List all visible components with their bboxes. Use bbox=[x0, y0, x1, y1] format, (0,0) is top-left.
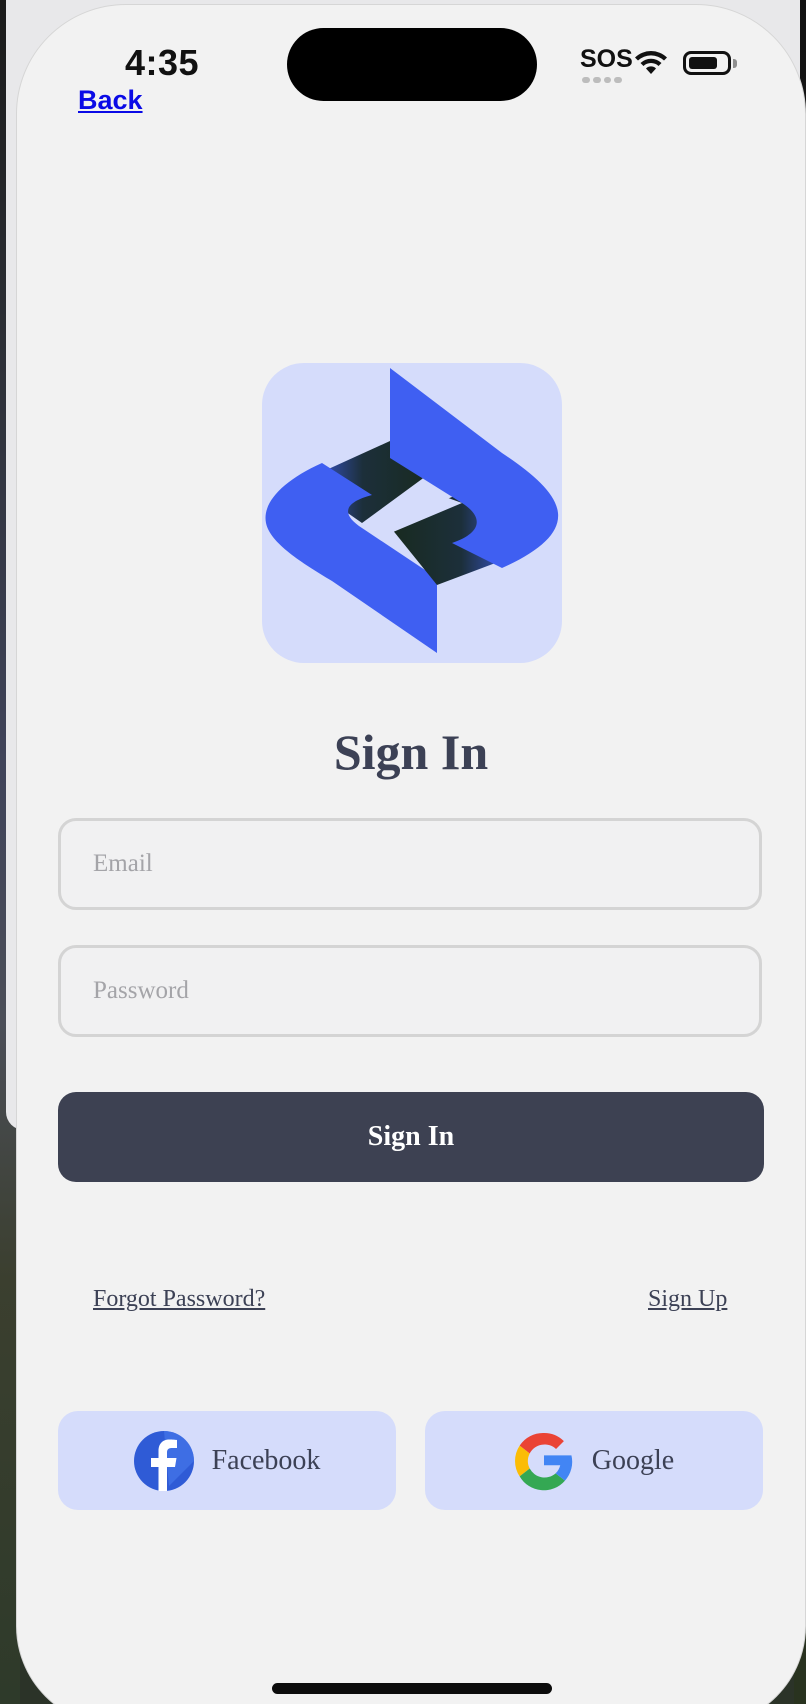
google-label: Google bbox=[591, 1444, 675, 1476]
google-icon bbox=[514, 1432, 572, 1490]
sign-in-button[interactable]: Sign In bbox=[58, 1092, 764, 1182]
app-logo-icon bbox=[265, 368, 559, 653]
sign-up-link[interactable]: Sign Up bbox=[648, 1286, 727, 1313]
google-login-button[interactable]: Google bbox=[425, 1411, 763, 1510]
back-link[interactable]: Back bbox=[78, 85, 143, 116]
battery-cap bbox=[733, 59, 737, 68]
signal-dots bbox=[582, 77, 622, 83]
phone-screen: 4:35 SOS Back Sign In Email Sign In Forg… bbox=[16, 4, 806, 1704]
email-field[interactable] bbox=[58, 818, 762, 910]
facebook-icon bbox=[133, 1430, 194, 1491]
home-indicator bbox=[272, 1683, 552, 1694]
app-logo bbox=[262, 363, 562, 663]
wifi-icon bbox=[635, 51, 667, 74]
status-time: 4:35 bbox=[125, 42, 200, 83]
password-field[interactable] bbox=[58, 945, 762, 1037]
facebook-label: Facebook bbox=[211, 1444, 321, 1476]
forgot-password-link[interactable]: Forgot Password? bbox=[93, 1286, 265, 1313]
battery-icon bbox=[683, 51, 731, 75]
facebook-login-button[interactable]: Facebook bbox=[58, 1411, 396, 1510]
dynamic-island bbox=[287, 28, 537, 101]
page-title: Sign In bbox=[333, 724, 489, 780]
status-sos: SOS bbox=[580, 45, 633, 73]
